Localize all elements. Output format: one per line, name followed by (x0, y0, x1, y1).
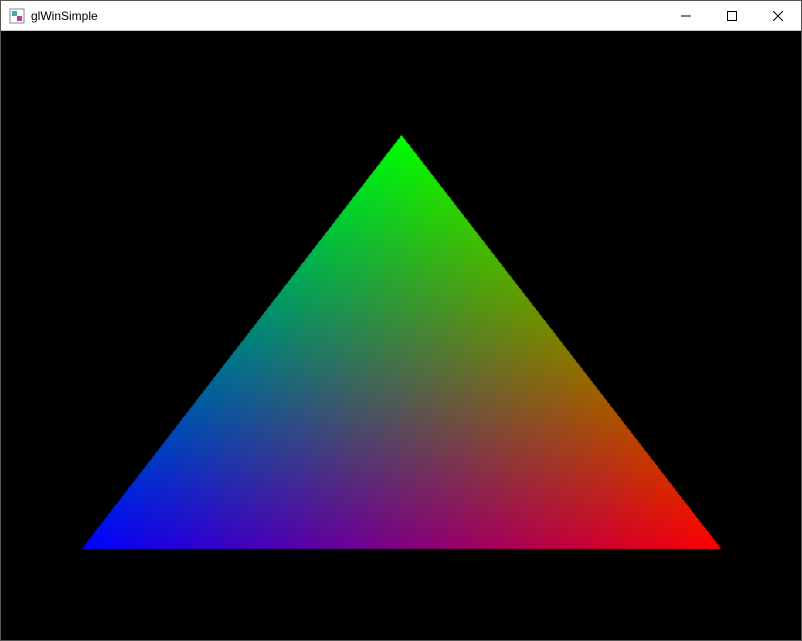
window-controls (663, 1, 801, 30)
app-window: glWinSimple (0, 0, 802, 641)
app-icon (9, 8, 25, 24)
window-title: glWinSimple (31, 9, 663, 23)
maximize-button[interactable] (709, 1, 755, 30)
titlebar[interactable]: glWinSimple (1, 1, 801, 31)
close-icon (773, 11, 783, 21)
opengl-viewport (1, 31, 801, 640)
close-button[interactable] (755, 1, 801, 30)
minimize-icon (681, 11, 691, 21)
render-canvas (1, 31, 801, 640)
minimize-button[interactable] (663, 1, 709, 30)
maximize-icon (727, 11, 737, 21)
